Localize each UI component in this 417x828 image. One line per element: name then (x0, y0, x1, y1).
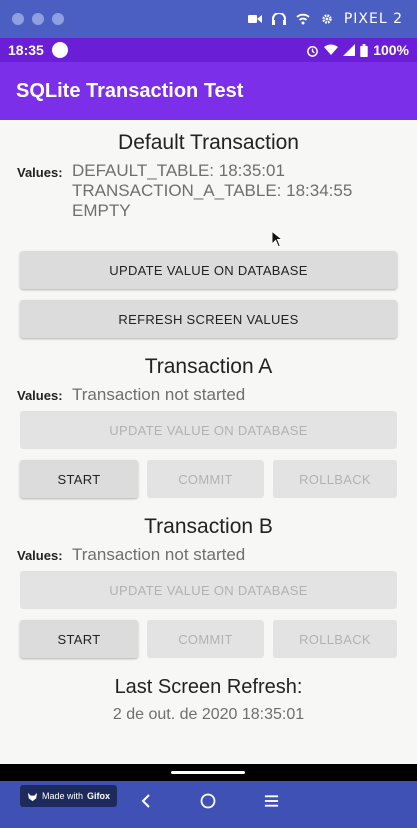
app-title: SQLite Transaction Test (16, 79, 244, 102)
default-values-list: DEFAULT_TABLE: 18:35:01 TRANSACTION_A_TA… (72, 161, 352, 221)
default-update-button[interactable]: UPDATE VALUE ON DATABASE (20, 251, 397, 289)
transaction-a-value: Transaction not started (72, 385, 246, 404)
maximize-window-dot[interactable] (52, 13, 64, 25)
last-refresh-title: Last Screen Refresh: (114, 676, 303, 698)
battery-icon (360, 43, 368, 57)
transaction-a-values-label: Values: (17, 388, 63, 403)
close-window-dot[interactable] (12, 13, 24, 25)
transaction-b-values-label: Values: (17, 548, 63, 563)
menu-icon[interactable] (264, 793, 279, 809)
transaction-a-start-button[interactable]: START (20, 460, 138, 498)
transaction-b-start-button[interactable]: START (20, 620, 138, 658)
transaction-a-commit-button[interactable]: COMMIT (147, 460, 264, 498)
default-value-line-2: TRANSACTION_A_TABLE: 18:34:55 (72, 181, 353, 200)
headphones-icon[interactable] (271, 13, 286, 25)
default-value-line-3: EMPTY (72, 201, 131, 220)
status-bar: 18:35 100% (0, 38, 417, 62)
gear-icon[interactable] (320, 13, 334, 25)
emulator-toolbar: PIXEL 2 (0, 0, 417, 38)
battery-percent: 100% (373, 42, 409, 58)
app-toolbar: SQLite Transaction Test (0, 62, 417, 120)
alarm-icon (307, 45, 319, 57)
wifi-signal-icon (324, 44, 339, 55)
status-time: 18:35 (8, 42, 44, 58)
transaction-b-value: Transaction not started (72, 545, 246, 564)
transaction-b-update-button[interactable]: UPDATE VALUE ON DATABASE (20, 571, 397, 609)
gifox-brand: Gifox (87, 791, 111, 801)
main-content: Default Transaction Values: DEFAULT_TABL… (0, 120, 417, 764)
transaction-b-title: Transaction B (144, 515, 273, 538)
gifox-badge: Made with Gifox (20, 785, 118, 807)
back-icon[interactable] (140, 793, 152, 809)
transaction-a-rollback-button[interactable]: ROLLBACK (273, 460, 397, 498)
transaction-b-rollback-button[interactable]: ROLLBACK (273, 620, 397, 658)
transaction-b-commit-button[interactable]: COMMIT (147, 620, 264, 658)
wifi-icon[interactable] (296, 13, 310, 25)
transaction-a-title: Transaction A (144, 355, 273, 378)
window-controls[interactable] (12, 13, 64, 25)
transaction-a-update-button[interactable]: UPDATE VALUE ON DATABASE (20, 411, 397, 449)
gifox-prefix: Made with (42, 791, 84, 801)
default-values-label: Values: (17, 165, 63, 180)
last-refresh-value: 2 de out. de 2020 18:35:01 (112, 706, 305, 723)
video-camera-icon[interactable] (247, 13, 262, 25)
device-name: PIXEL 2 (343, 11, 403, 27)
mouse-cursor-icon (272, 231, 283, 248)
cell-signal-icon (343, 44, 356, 56)
home-gesture-pill[interactable] (171, 771, 245, 774)
app-notification-icon (51, 42, 68, 58)
minimize-window-dot[interactable] (32, 13, 44, 25)
default-value-line-1: DEFAULT_TABLE: 18:35:01 (72, 161, 285, 180)
default-transaction-title: Default Transaction (118, 131, 299, 154)
home-icon[interactable] (200, 793, 216, 809)
gifox-logo-icon (27, 792, 38, 801)
refresh-screen-button[interactable]: REFRESH SCREEN VALUES (20, 300, 397, 338)
